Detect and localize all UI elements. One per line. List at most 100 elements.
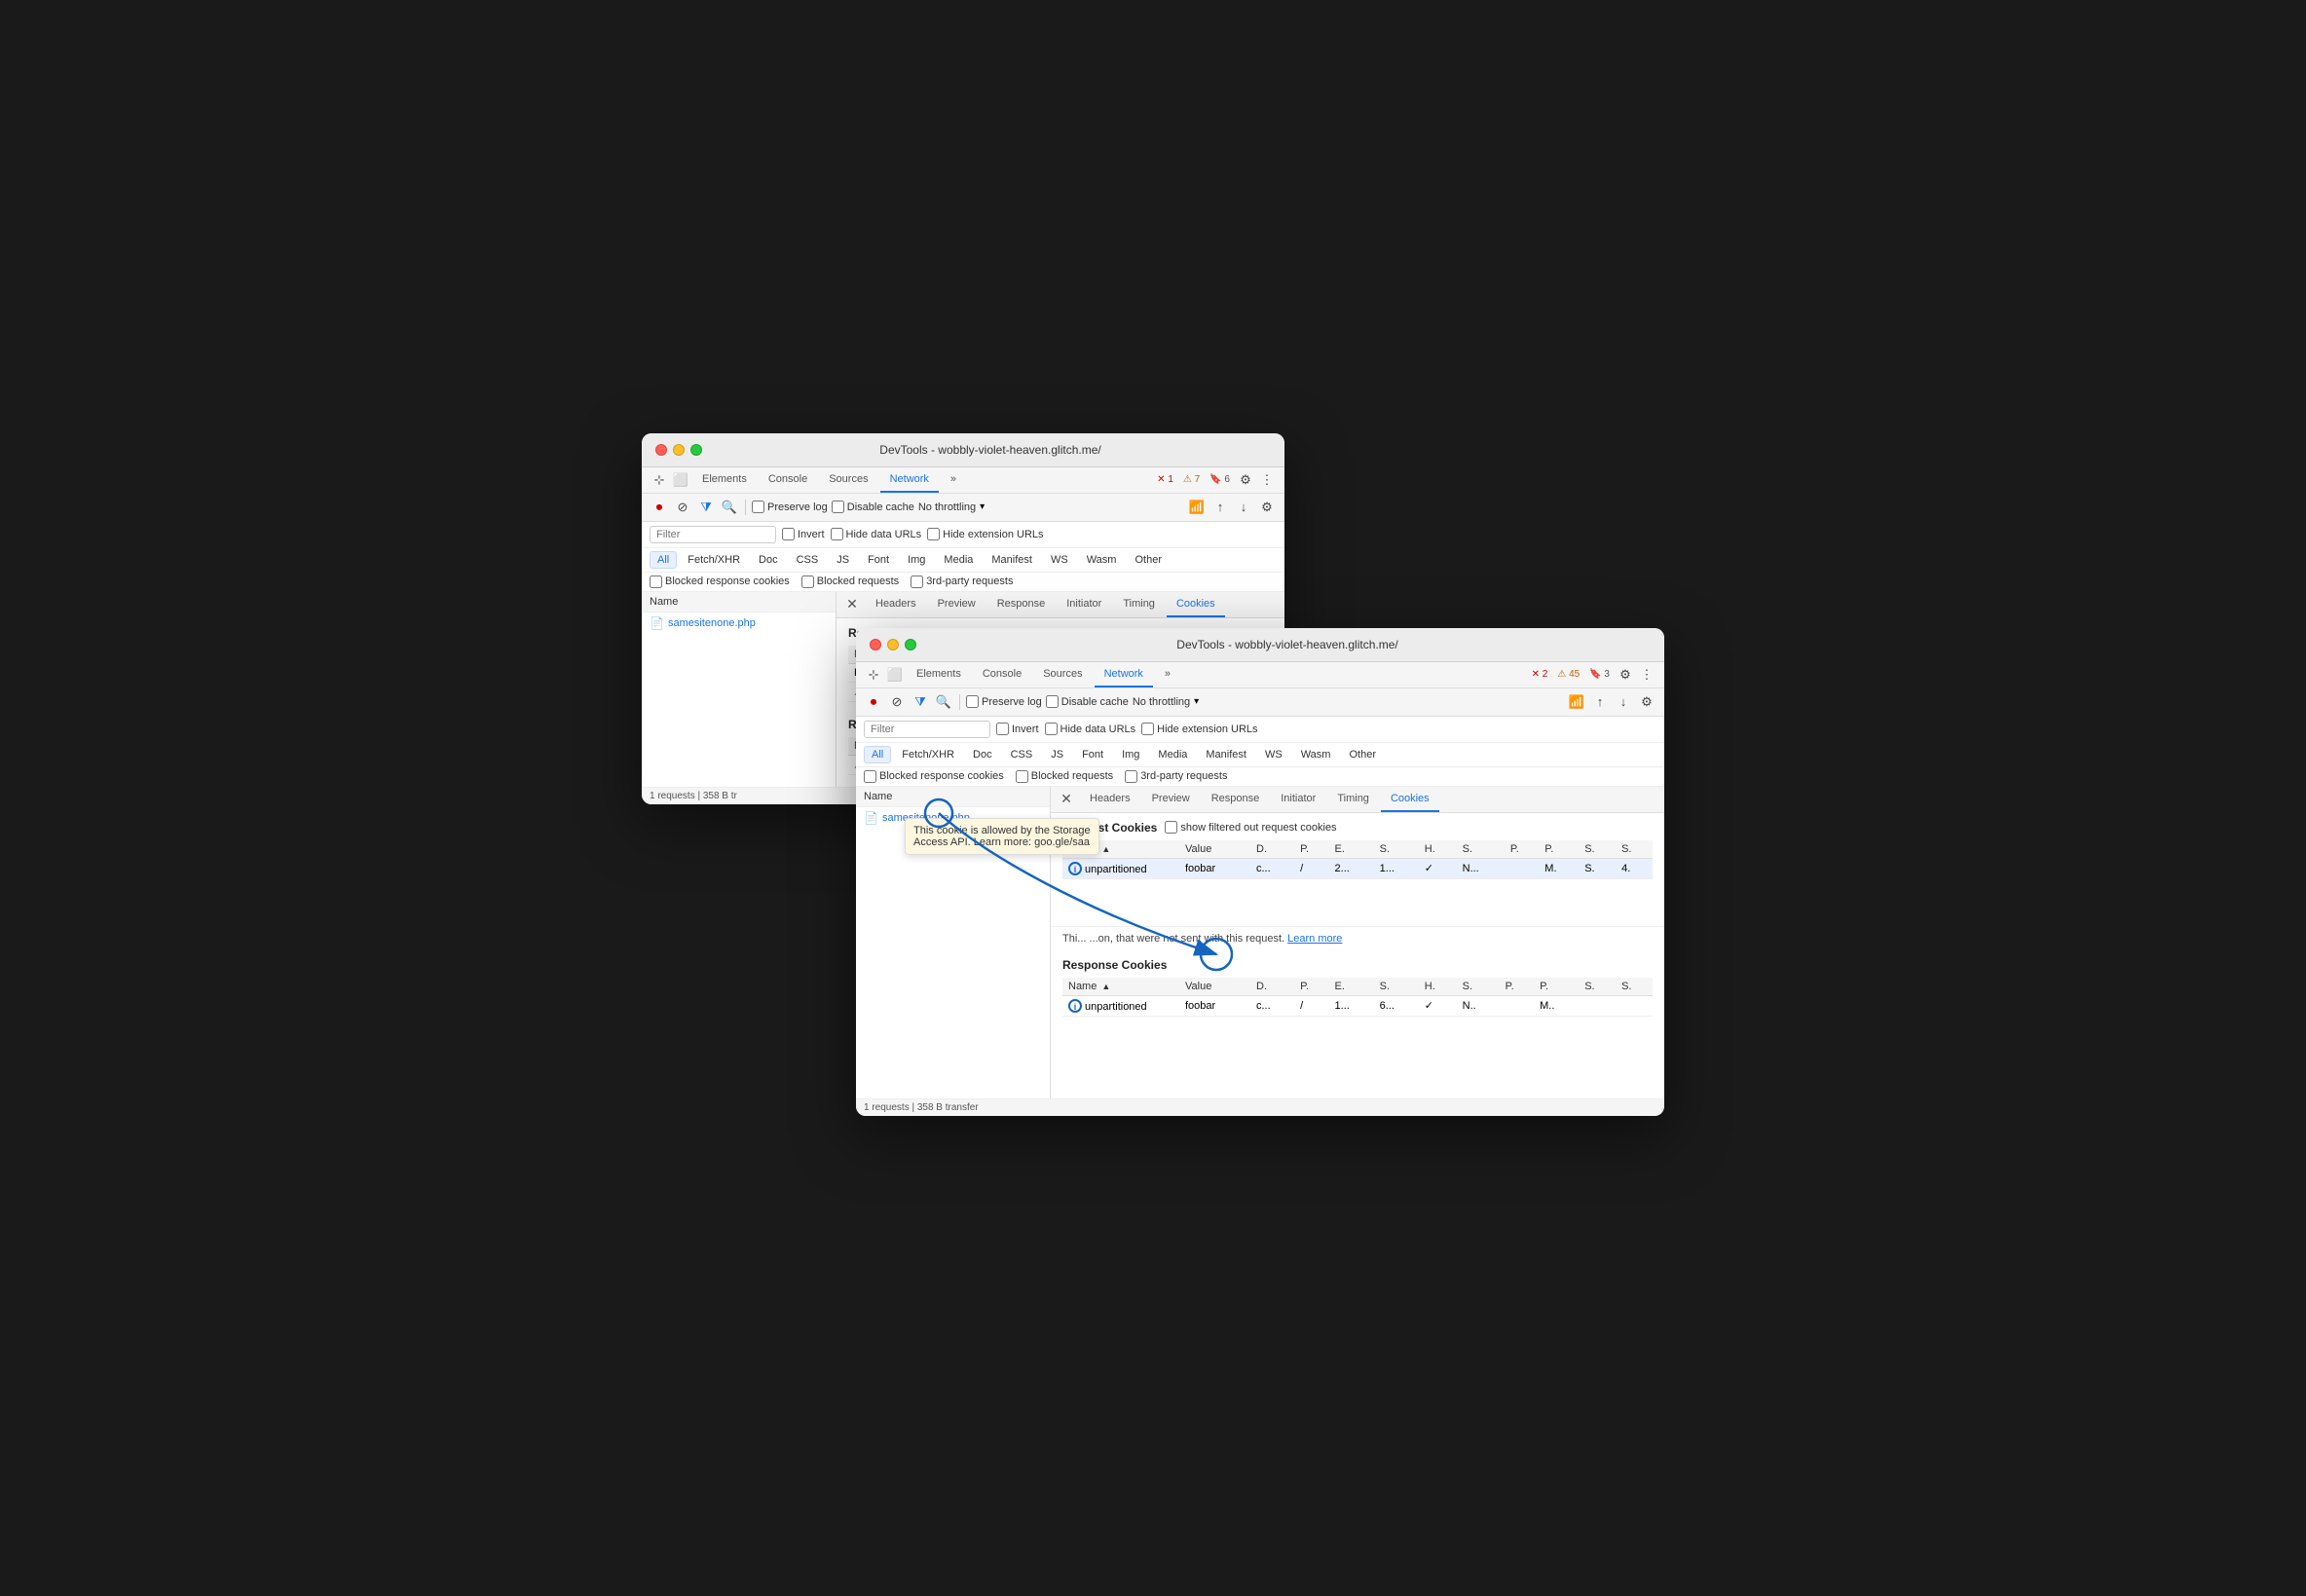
tab-preview-back[interactable]: Preview [928, 592, 986, 617]
filter-input-back[interactable] [650, 526, 776, 543]
wifi-icon-front[interactable]: 📶 [1567, 692, 1586, 712]
search-icon-front[interactable]: 🔍 [934, 692, 953, 712]
resp-col-h[interactable]: H. [1419, 978, 1457, 996]
throttle-dropdown-back[interactable]: ▾ [980, 501, 985, 512]
more-icon-front[interactable]: ⋮ [1637, 665, 1656, 685]
settings-icon-back[interactable]: ⚙ [1236, 470, 1255, 490]
type-media-front[interactable]: Media [1150, 746, 1195, 763]
col-h[interactable]: H. [1419, 840, 1457, 859]
col-p2[interactable]: P. [1505, 840, 1539, 859]
tab-console-back[interactable]: Console [759, 467, 817, 493]
record-icon-back[interactable]: ⏺ [650, 498, 669, 517]
col-d[interactable]: D. [1250, 840, 1294, 859]
hide-urls-label-back[interactable]: Hide data URLs [831, 528, 922, 540]
close-button-back[interactable] [655, 444, 667, 456]
minimize-button-front[interactable] [887, 639, 899, 650]
tab-cookies-back[interactable]: Cookies [1167, 592, 1225, 617]
filter-input-front[interactable] [864, 721, 990, 738]
type-doc-back[interactable]: Doc [751, 551, 786, 569]
preserve-log-cb-front[interactable] [966, 695, 979, 708]
disable-cache-cb-back[interactable] [832, 501, 844, 513]
type-ws-front[interactable]: WS [1257, 746, 1290, 763]
filter-icon-back[interactable]: ⧩ [696, 498, 716, 517]
type-other-front[interactable]: Other [1341, 746, 1384, 763]
resp-col-e[interactable]: E. [1329, 978, 1374, 996]
hide-ext-label-back[interactable]: Hide extension URLs [927, 528, 1043, 540]
resp-col-p3[interactable]: P. [1534, 978, 1579, 996]
tab-more-back[interactable]: » [941, 467, 966, 493]
invert-label-back[interactable]: Invert [782, 528, 825, 540]
type-font-back[interactable]: Font [860, 551, 897, 569]
tab-headers-front[interactable]: Headers [1080, 787, 1140, 812]
tab-timing-front[interactable]: Timing [1327, 787, 1379, 812]
col-p[interactable]: P. [1294, 840, 1328, 859]
resp-col-s3[interactable]: S. [1579, 978, 1616, 996]
type-js-front[interactable]: JS [1043, 746, 1071, 763]
settings2-icon-front[interactable]: ⚙ [1637, 692, 1656, 712]
table-row[interactable]: i unpartitioned foobar c... / 2... 1... … [1062, 858, 1653, 878]
tab-cookies-front[interactable]: Cookies [1381, 787, 1439, 812]
download-icon-back[interactable]: ↓ [1234, 498, 1253, 517]
type-other-back[interactable]: Other [1127, 551, 1170, 569]
cursor-icon-front[interactable]: ⊹ [864, 665, 883, 685]
col-p3[interactable]: P. [1539, 840, 1579, 859]
disable-cache-label-front[interactable]: Disable cache [1046, 695, 1129, 708]
preserve-log-label-back[interactable]: Preserve log [752, 501, 828, 513]
col-s2[interactable]: S. [1457, 840, 1505, 859]
type-all-back[interactable]: All [650, 551, 677, 569]
resp-col-p2[interactable]: P. [1500, 978, 1534, 996]
show-filtered-label[interactable]: show filtered out request cookies [1165, 821, 1336, 834]
resp-col-s[interactable]: S. [1374, 978, 1419, 996]
search-icon-back[interactable]: 🔍 [720, 498, 739, 517]
record-icon-front[interactable]: ⏺ [864, 692, 883, 712]
close-detail-back[interactable]: ✕ [844, 597, 860, 612]
tab-response-front[interactable]: Response [1202, 787, 1270, 812]
type-css-front[interactable]: CSS [1003, 746, 1041, 763]
third-party-front[interactable]: 3rd-party requests [1125, 770, 1227, 783]
resp-col-p[interactable]: P. [1294, 978, 1328, 996]
resp-col-d[interactable]: D. [1250, 978, 1294, 996]
settings-icon-front[interactable]: ⚙ [1616, 665, 1635, 685]
type-all-front[interactable]: All [864, 746, 891, 763]
type-img-front[interactable]: Img [1114, 746, 1147, 763]
clear-icon-back[interactable]: ⊘ [673, 498, 692, 517]
type-xhr-front[interactable]: Fetch/XHR [894, 746, 962, 763]
type-img-back[interactable]: Img [900, 551, 933, 569]
type-css-back[interactable]: CSS [789, 551, 827, 569]
close-button-front[interactable] [870, 639, 881, 650]
blocked-cookies-back[interactable]: Blocked response cookies [650, 575, 790, 588]
type-wasm-front[interactable]: Wasm [1293, 746, 1339, 763]
learn-more-link[interactable]: Learn more [1287, 933, 1342, 945]
tab-elements-back[interactable]: Elements [692, 467, 757, 493]
hide-urls-label-front[interactable]: Hide data URLs [1045, 723, 1136, 735]
blocked-cookies-front[interactable]: Blocked response cookies [864, 770, 1004, 783]
col-s[interactable]: S. [1374, 840, 1419, 859]
type-manifest-front[interactable]: Manifest [1198, 746, 1254, 763]
blocked-req-back[interactable]: Blocked requests [801, 575, 899, 588]
preserve-log-cb-back[interactable] [752, 501, 764, 513]
tab-console-front[interactable]: Console [973, 662, 1031, 687]
minimize-button-back[interactable] [673, 444, 685, 456]
settings2-icon-back[interactable]: ⚙ [1257, 498, 1277, 517]
tab-headers-back[interactable]: Headers [866, 592, 926, 617]
tab-more-front[interactable]: » [1155, 662, 1180, 687]
tab-elements-front[interactable]: Elements [907, 662, 971, 687]
hide-ext-label-front[interactable]: Hide extension URLs [1141, 723, 1257, 735]
blocked-req-front[interactable]: Blocked requests [1016, 770, 1113, 783]
tab-sources-back[interactable]: Sources [819, 467, 877, 493]
tab-initiator-back[interactable]: Initiator [1057, 592, 1111, 617]
type-js-back[interactable]: JS [829, 551, 857, 569]
tab-timing-back[interactable]: Timing [1113, 592, 1165, 617]
cursor-icon-back[interactable]: ⊹ [650, 470, 669, 490]
col-s4[interactable]: S. [1616, 840, 1653, 859]
disable-cache-cb-front[interactable] [1046, 695, 1059, 708]
tab-initiator-front[interactable]: Initiator [1271, 787, 1325, 812]
type-manifest-back[interactable]: Manifest [984, 551, 1040, 569]
disable-cache-label-back[interactable]: Disable cache [832, 501, 914, 513]
tab-response-back[interactable]: Response [987, 592, 1056, 617]
type-doc-front[interactable]: Doc [965, 746, 1000, 763]
file-item-back[interactable]: 📄 samesitenone.php [642, 612, 836, 634]
third-party-back[interactable]: 3rd-party requests [911, 575, 1013, 588]
type-font-front[interactable]: Font [1074, 746, 1111, 763]
device-icon-front[interactable]: ⬜ [885, 665, 905, 685]
